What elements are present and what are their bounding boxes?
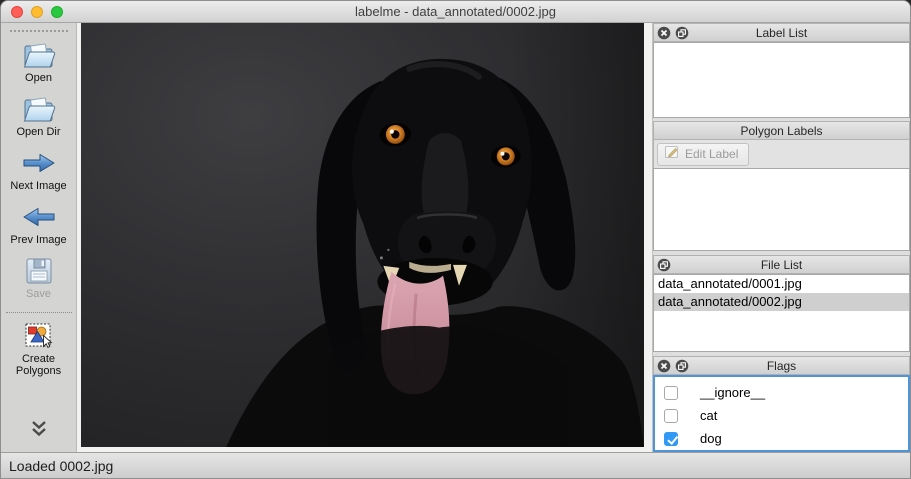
float-panel-icon[interactable] — [657, 258, 671, 272]
traffic-lights — [11, 6, 63, 18]
edit-label-button[interactable]: Edit Label — [657, 143, 749, 166]
flags-list: __ignore__ cat dog — [653, 375, 910, 452]
toolbar-label: Prev Image — [10, 234, 66, 246]
status-bar: Loaded 0002.jpg — [1, 452, 910, 478]
label-list-dock: Label List — [653, 23, 910, 118]
panel-title: File List — [761, 258, 802, 272]
file-list: data_annotated/0001.jpg data_annotated/0… — [653, 274, 910, 352]
toolbar-overflow-chevron-icon[interactable] — [29, 420, 49, 442]
polygon-labels-list[interactable] — [653, 168, 910, 251]
close-icon[interactable] — [657, 26, 671, 40]
minimize-window-button[interactable] — [31, 6, 43, 18]
toolbar: Open Open Dir — [1, 23, 77, 452]
status-message: Loaded 0002.jpg — [9, 458, 113, 474]
file-list-dock: File List data_annotated/0001.jpg data_a… — [653, 255, 910, 352]
file-list-header: File List — [653, 255, 910, 274]
flag-row[interactable]: __ignore__ — [655, 381, 908, 404]
folder-icon — [22, 94, 56, 124]
titlebar: labelme - data_annotated/0002.jpg — [1, 1, 910, 23]
file-list-row[interactable]: data_annotated/0002.jpg — [654, 293, 909, 311]
float-panel-icon[interactable] — [675, 359, 689, 373]
toolbar-label: Open — [25, 72, 52, 84]
floppy-disk-icon — [24, 256, 54, 286]
polygon-labels-header: Polygon Labels — [653, 121, 910, 140]
toolbar-separator — [6, 312, 72, 313]
annotation-canvas[interactable] — [81, 23, 644, 447]
labelme-window: labelme - data_annotated/0002.jpg Open — [0, 0, 911, 479]
flag-row[interactable]: dog — [655, 427, 908, 450]
file-list-row[interactable]: data_annotated/0001.jpg — [654, 275, 909, 293]
polygon-labels-dock: Polygon Labels Edit Label — [653, 121, 910, 251]
close-icon[interactable] — [657, 359, 671, 373]
zoom-window-button[interactable] — [51, 6, 63, 18]
panel-title: Polygon Labels — [740, 124, 822, 138]
flag-row[interactable]: cat — [655, 404, 908, 427]
toolbar-label: Next Image — [10, 180, 66, 192]
canvas-frame — [77, 23, 652, 452]
flags-dock: Flags __ignore__ cat dog — [653, 356, 910, 452]
toolbar-button-open[interactable]: Open — [3, 36, 75, 90]
toolbar-label: Open Dir — [16, 126, 60, 138]
flag-label: cat — [700, 408, 717, 423]
panel-title: Label List — [756, 26, 807, 40]
flag-label: __ignore__ — [700, 385, 765, 400]
toolbar-button-create-polygons[interactable]: Create Polygons — [3, 317, 75, 383]
close-window-button[interactable] — [11, 6, 23, 18]
flag-checkbox[interactable] — [664, 409, 678, 423]
toolbar-button-prev-image[interactable]: Prev Image — [3, 198, 75, 252]
flag-label: dog — [700, 431, 722, 446]
flags-header: Flags — [653, 356, 910, 375]
polygon-labels-toolbar: Edit Label — [653, 140, 910, 168]
window-title: labelme - data_annotated/0002.jpg — [355, 4, 556, 19]
toolbar-label: Save — [26, 288, 51, 300]
flag-checkbox[interactable] — [664, 386, 678, 400]
label-list-header: Label List — [653, 23, 910, 42]
toolbar-drag-handle[interactable] — [10, 30, 68, 32]
flag-checkbox[interactable] — [664, 432, 678, 446]
toolbar-button-save[interactable]: Save — [3, 252, 75, 306]
label-list[interactable] — [653, 42, 910, 118]
float-panel-icon[interactable] — [675, 26, 689, 40]
dog-photo — [81, 23, 644, 447]
toolbar-button-open-dir[interactable]: Open Dir — [3, 90, 75, 144]
arrow-left-icon — [21, 202, 57, 232]
right-dock-area: Label List Polygon Labels Edit Label — [652, 23, 910, 452]
toolbar-button-next-image[interactable]: Next Image — [3, 144, 75, 198]
toolbar-label: Create Polygons — [6, 353, 72, 377]
polygons-icon — [25, 321, 53, 351]
panel-title: Flags — [767, 359, 796, 373]
arrow-right-icon — [21, 148, 57, 178]
edit-label-button-text: Edit Label — [685, 147, 738, 161]
edit-pencil-icon — [664, 144, 680, 165]
folder-icon — [22, 40, 56, 70]
